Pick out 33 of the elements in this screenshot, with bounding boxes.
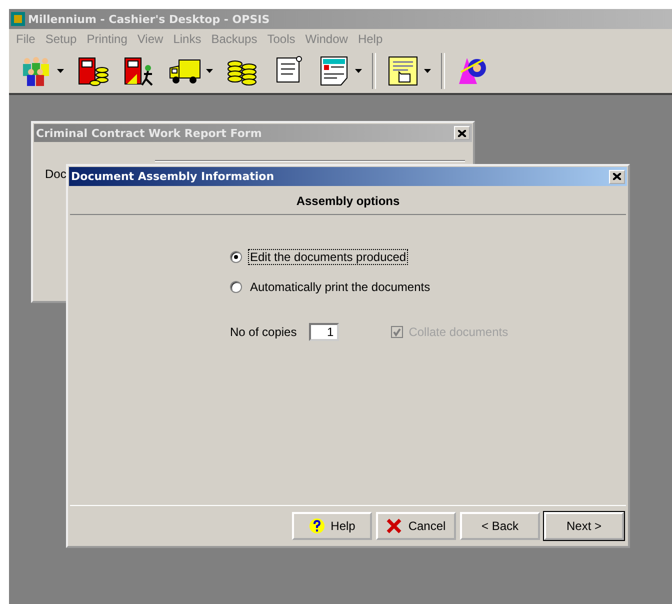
dropdown-arrow-icon[interactable] (206, 69, 213, 73)
dialog-button[interactable]: < Back (460, 512, 540, 540)
app-icon (11, 12, 25, 26)
menu-item[interactable]: File (11, 32, 40, 46)
menu-item[interactable]: Setup (40, 32, 82, 46)
dropdown-arrow-icon[interactable] (355, 69, 362, 73)
menu-item[interactable]: Tools (262, 32, 300, 46)
section-heading: Assembly options (295, 193, 401, 210)
menu-item[interactable]: Printing (82, 32, 132, 46)
dropdown-arrow-icon[interactable] (424, 69, 431, 73)
window-title: Criminal Contract Work Report Form (36, 126, 262, 140)
radio-button[interactable] (230, 251, 242, 263)
menu-item[interactable]: View (132, 32, 168, 46)
menu-item[interactable]: Backups (206, 32, 262, 46)
dialog-button[interactable]: Next > (544, 512, 624, 540)
field-label: No of copies (230, 325, 297, 339)
field-label: Doc (45, 167, 66, 181)
dropdown-arrow-icon[interactable] (57, 69, 64, 73)
close-button[interactable] (609, 170, 625, 184)
help-button[interactable]: Help (292, 512, 372, 540)
cancel-button[interactable]: Cancel (376, 512, 456, 540)
x-icon (386, 518, 402, 534)
option-label[interactable]: Automatically print the documents (248, 279, 432, 295)
dialog-title: Document Assembly Information (71, 170, 274, 183)
menu-item[interactable]: Help (352, 32, 388, 46)
close-icon[interactable] (613, 173, 621, 180)
menu-item[interactable]: Links (168, 32, 206, 46)
menu-item[interactable]: Window (300, 32, 353, 46)
question-icon (308, 518, 325, 534)
window-title: Millennium - Cashier's Desktop - OPSIS (28, 12, 270, 26)
radio-button[interactable] (230, 281, 242, 293)
option-label[interactable]: Edit the documents produced (248, 249, 408, 265)
copies-field[interactable]: 1 (308, 323, 339, 341)
